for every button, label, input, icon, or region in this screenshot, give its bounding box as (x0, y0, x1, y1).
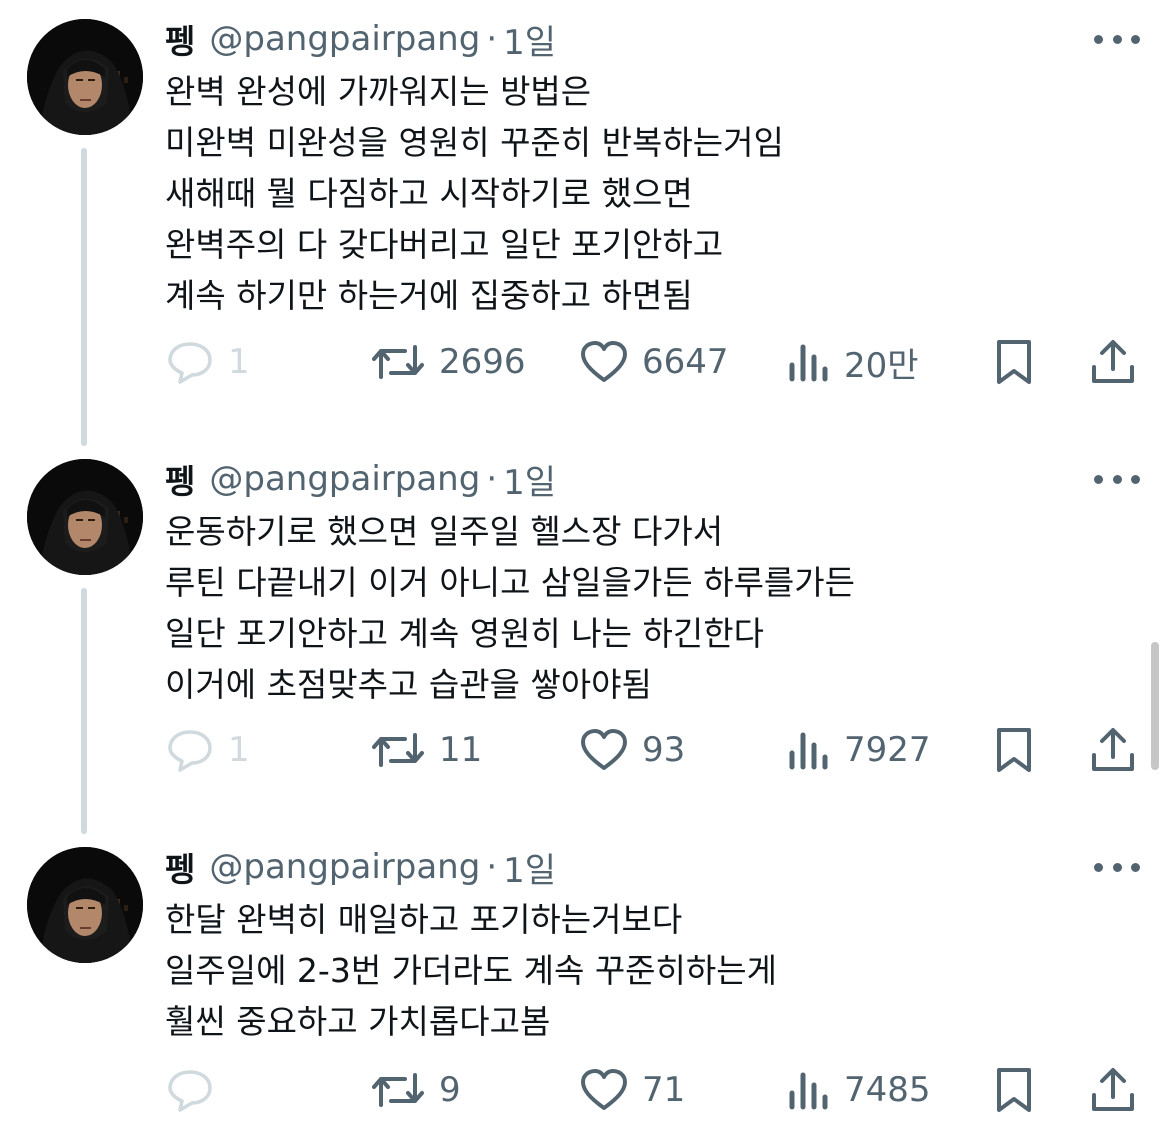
author-handle[interactable]: @pangpairpang (209, 847, 480, 887)
tweet-line: 운동하기로 했으면 일주일 헬스장 다가서 (165, 512, 724, 551)
bookmark-icon (997, 1068, 1031, 1112)
like-button[interactable]: 93 (580, 720, 685, 780)
bookmark-icon (997, 340, 1031, 384)
reply-icon (168, 1070, 212, 1112)
views-count: 7927 (844, 730, 931, 770)
like-count: 93 (642, 730, 686, 770)
reply-button[interactable] (166, 1060, 228, 1120)
heart-icon (581, 729, 627, 770)
tweet-line: 이거에 초점맞추고 습관을 쌓아야됨 (165, 665, 652, 704)
retweet-icon (372, 1073, 424, 1107)
like-count: 6647 (642, 342, 729, 382)
tweet[interactable]: 펭 @pangpairpang · 1일 한달 완벽히 매일하고 포기하는거보다… (0, 828, 1170, 1134)
tweet-line: 계속 하기만 하는거에 집중하고 하면됨 (165, 276, 693, 315)
scrollbar[interactable] (1151, 642, 1159, 770)
reply-icon (168, 730, 212, 772)
separator-dot: · (486, 847, 498, 887)
avatar[interactable] (27, 459, 143, 575)
tweet-text: 한달 완벽히 매일하고 포기하는거보다 일주일에 2-3번 가더라도 계속 꾸준… (165, 894, 1125, 1047)
views-icon (789, 1072, 828, 1110)
reply-button[interactable]: 1 (166, 332, 250, 392)
views-count: 20만 (844, 345, 919, 386)
author-name[interactable]: 펭 (165, 15, 195, 63)
views-button[interactable]: 20만 (788, 332, 919, 392)
tweet-line: 일주일에 2-3번 가더라도 계속 꾸준히하는게 (165, 951, 777, 990)
like-button[interactable]: 6647 (580, 332, 729, 392)
author-name[interactable]: 펭 (165, 455, 195, 503)
action-bar: 1 11 93 7927 (0, 720, 1170, 780)
avatar[interactable] (27, 19, 143, 135)
views-icon (789, 732, 828, 770)
tweet-line: 완벽주의 다 갖다버리고 일단 포기안하고 (165, 225, 724, 264)
views-count: 7485 (844, 1070, 931, 1110)
like-button[interactable]: 71 (580, 1060, 685, 1120)
action-bar: 9 71 7485 (0, 1060, 1170, 1120)
retweet-button[interactable]: 11 (371, 720, 482, 780)
avatar[interactable] (27, 847, 143, 963)
heart-icon (581, 341, 627, 382)
retweet-count: 2696 (439, 342, 526, 382)
tweet-line: 새해때 뭘 다짐하고 시작하기로 했으면 (165, 174, 693, 213)
tweet-line: 훨씬 중요하고 가치롭다고봄 (165, 1002, 551, 1041)
views-button[interactable]: 7927 (788, 720, 931, 780)
views-icon (789, 344, 828, 382)
retweet-count: 11 (439, 730, 483, 770)
reply-count: 1 (228, 730, 250, 770)
reply-icon (168, 342, 212, 384)
retweet-button[interactable]: 9 (371, 1060, 461, 1120)
tweet-line: 완벽 완성에 가까워지는 방법은 (165, 72, 592, 111)
retweet-count: 9 (439, 1070, 461, 1110)
heart-icon (581, 1069, 627, 1110)
separator-dot: · (486, 459, 498, 499)
bookmark-button[interactable] (994, 1060, 1034, 1120)
views-button[interactable]: 7485 (788, 1060, 931, 1120)
retweet-icon (372, 733, 424, 767)
share-button[interactable] (1090, 332, 1136, 392)
more-icon[interactable] (1094, 28, 1140, 50)
more-icon[interactable] (1094, 468, 1140, 490)
tweet[interactable]: 펭 @pangpairpang · 1일 완벽 완성에 가까워지는 방법은 미완… (0, 0, 1170, 440)
share-button[interactable] (1090, 720, 1136, 780)
tweet-line: 루틴 다끝내기 이거 아니고 삼일을가든 하루를가든 (165, 563, 856, 602)
tweet-line: 일단 포기안하고 계속 영원히 나는 하긴한다 (165, 614, 764, 653)
action-bar: 1 2696 6647 20만 (0, 332, 1170, 392)
author-handle[interactable]: @pangpairpang (209, 19, 480, 59)
tweet-line: 미완벽 미완성을 영원히 꾸준히 반복하는거임 (165, 123, 784, 162)
author-name[interactable]: 펭 (165, 843, 195, 891)
tweet-text: 운동하기로 했으면 일주일 헬스장 다가서 루틴 다끝내기 이거 아니고 삼일을… (165, 506, 1125, 710)
more-icon[interactable] (1094, 856, 1140, 878)
separator-dot: · (486, 19, 498, 59)
tweet-line: 한달 완벽히 매일하고 포기하는거보다 (165, 900, 683, 939)
timestamp[interactable]: 1일 (503, 455, 556, 504)
reply-count: 1 (228, 342, 250, 382)
bookmark-button[interactable] (994, 720, 1034, 780)
retweet-icon (372, 345, 424, 379)
author-handle[interactable]: @pangpairpang (209, 459, 480, 499)
tweet[interactable]: 펭 @pangpairpang · 1일 운동하기로 했으면 일주일 헬스장 다… (0, 440, 1170, 828)
timestamp[interactable]: 1일 (503, 15, 556, 64)
bookmark-button[interactable] (994, 332, 1034, 392)
bookmark-icon (997, 728, 1031, 772)
retweet-button[interactable]: 2696 (371, 332, 526, 392)
share-icon (1092, 340, 1134, 383)
like-count: 71 (642, 1070, 686, 1110)
share-icon (1092, 1068, 1134, 1111)
reply-button[interactable]: 1 (166, 720, 250, 780)
tweet-text: 완벽 완성에 가까워지는 방법은 미완벽 미완성을 영원히 꾸준히 반복하는거임… (165, 66, 1125, 321)
timestamp[interactable]: 1일 (503, 843, 556, 892)
share-icon (1092, 728, 1134, 771)
share-button[interactable] (1090, 1060, 1136, 1120)
